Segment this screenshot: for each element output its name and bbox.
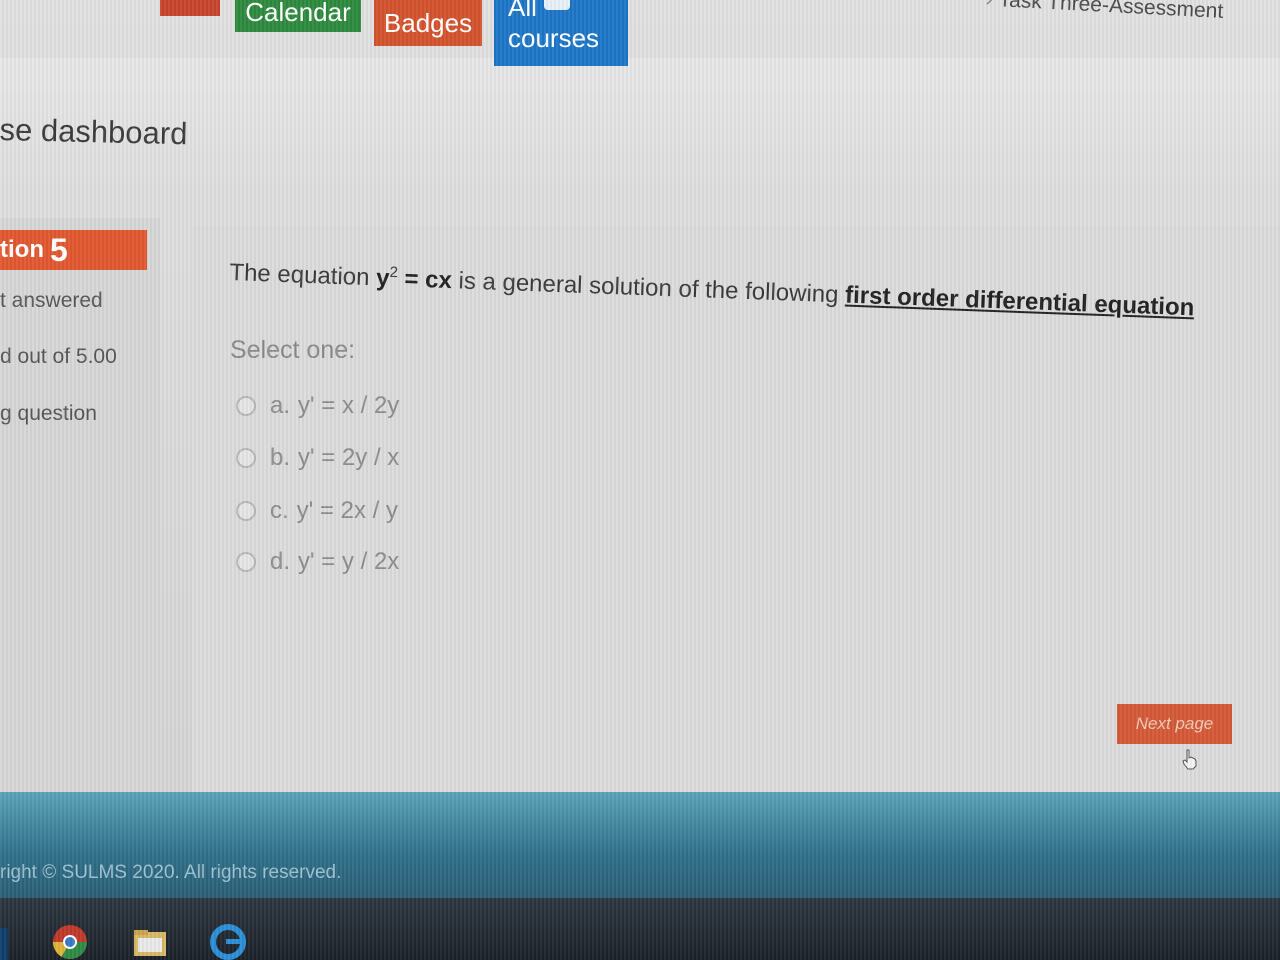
hand-pointer-icon xyxy=(1182,749,1197,770)
option-text: y' = 2x / y xyxy=(296,497,398,524)
question-label: tion xyxy=(0,236,44,263)
breadcrumb-current[interactable]: Task Three-Assessment xyxy=(998,0,1224,23)
nav-badges-button[interactable]: Badges xyxy=(374,0,482,46)
breadcrumb-separator-icon: › xyxy=(985,0,993,11)
question-number-badge: tion 5 xyxy=(0,230,147,270)
start-button-edge[interactable] xyxy=(0,928,8,960)
option-letter: d. xyxy=(270,548,291,575)
option-letter: c. xyxy=(270,497,289,524)
radio-button-b[interactable] xyxy=(236,448,256,468)
quiz-page: Calendar Badges All courses › Task Three-… xyxy=(0,0,1280,960)
answer-option-c[interactable]: c. y' = 2x / y xyxy=(236,497,398,525)
edge-icon[interactable] xyxy=(210,924,246,960)
option-text: y' = y / 2x xyxy=(298,548,400,575)
nav-all-courses-button[interactable]: All courses xyxy=(494,0,628,66)
option-letter: b. xyxy=(270,444,291,471)
breadcrumb: › Task Three-Assessment xyxy=(985,0,1224,24)
os-taskbar xyxy=(0,898,1280,960)
equation-lhs: y xyxy=(375,264,390,292)
option-text: y' = 2y / x xyxy=(298,444,400,471)
radio-button-c[interactable] xyxy=(236,501,256,521)
radio-button-d[interactable] xyxy=(236,552,256,572)
nav-calendar-button[interactable]: Calendar xyxy=(235,0,361,32)
top-navigation: Calendar Badges All courses › Task Three-… xyxy=(0,0,1280,80)
radio-button-a[interactable] xyxy=(236,396,256,416)
nav-tile-cropped[interactable] xyxy=(160,0,220,16)
equation-rhs: = cx xyxy=(397,265,453,295)
answer-option-a[interactable]: a. y' = x / 2y xyxy=(236,392,399,420)
copyright-text: right © SULMS 2020. All rights reserved. xyxy=(0,862,342,883)
nav-badges-label: Badges xyxy=(383,7,473,38)
nav-calendar-label: Calendar xyxy=(245,0,351,27)
answer-option-d[interactable]: d. y' = y / 2x xyxy=(236,548,399,576)
next-page-button[interactable]: Next page xyxy=(1117,704,1232,744)
chrome-icon[interactable] xyxy=(52,924,88,960)
question-status: t answered xyxy=(0,289,103,312)
page-title: se dashboard xyxy=(0,112,188,152)
question-number: 5 xyxy=(49,231,68,268)
answer-option-b[interactable]: b. y' = 2y / x xyxy=(236,444,399,472)
book-icon xyxy=(544,0,570,10)
question-intro: The equation xyxy=(228,258,377,292)
question-marks: d out of 5.00 xyxy=(0,345,117,368)
file-explorer-icon[interactable] xyxy=(132,924,168,960)
option-letter: a. xyxy=(270,392,291,419)
option-text: y' = x / 2y xyxy=(298,392,400,419)
select-one-label: Select one: xyxy=(230,336,356,364)
flag-question-link[interactable]: g question xyxy=(0,402,97,426)
